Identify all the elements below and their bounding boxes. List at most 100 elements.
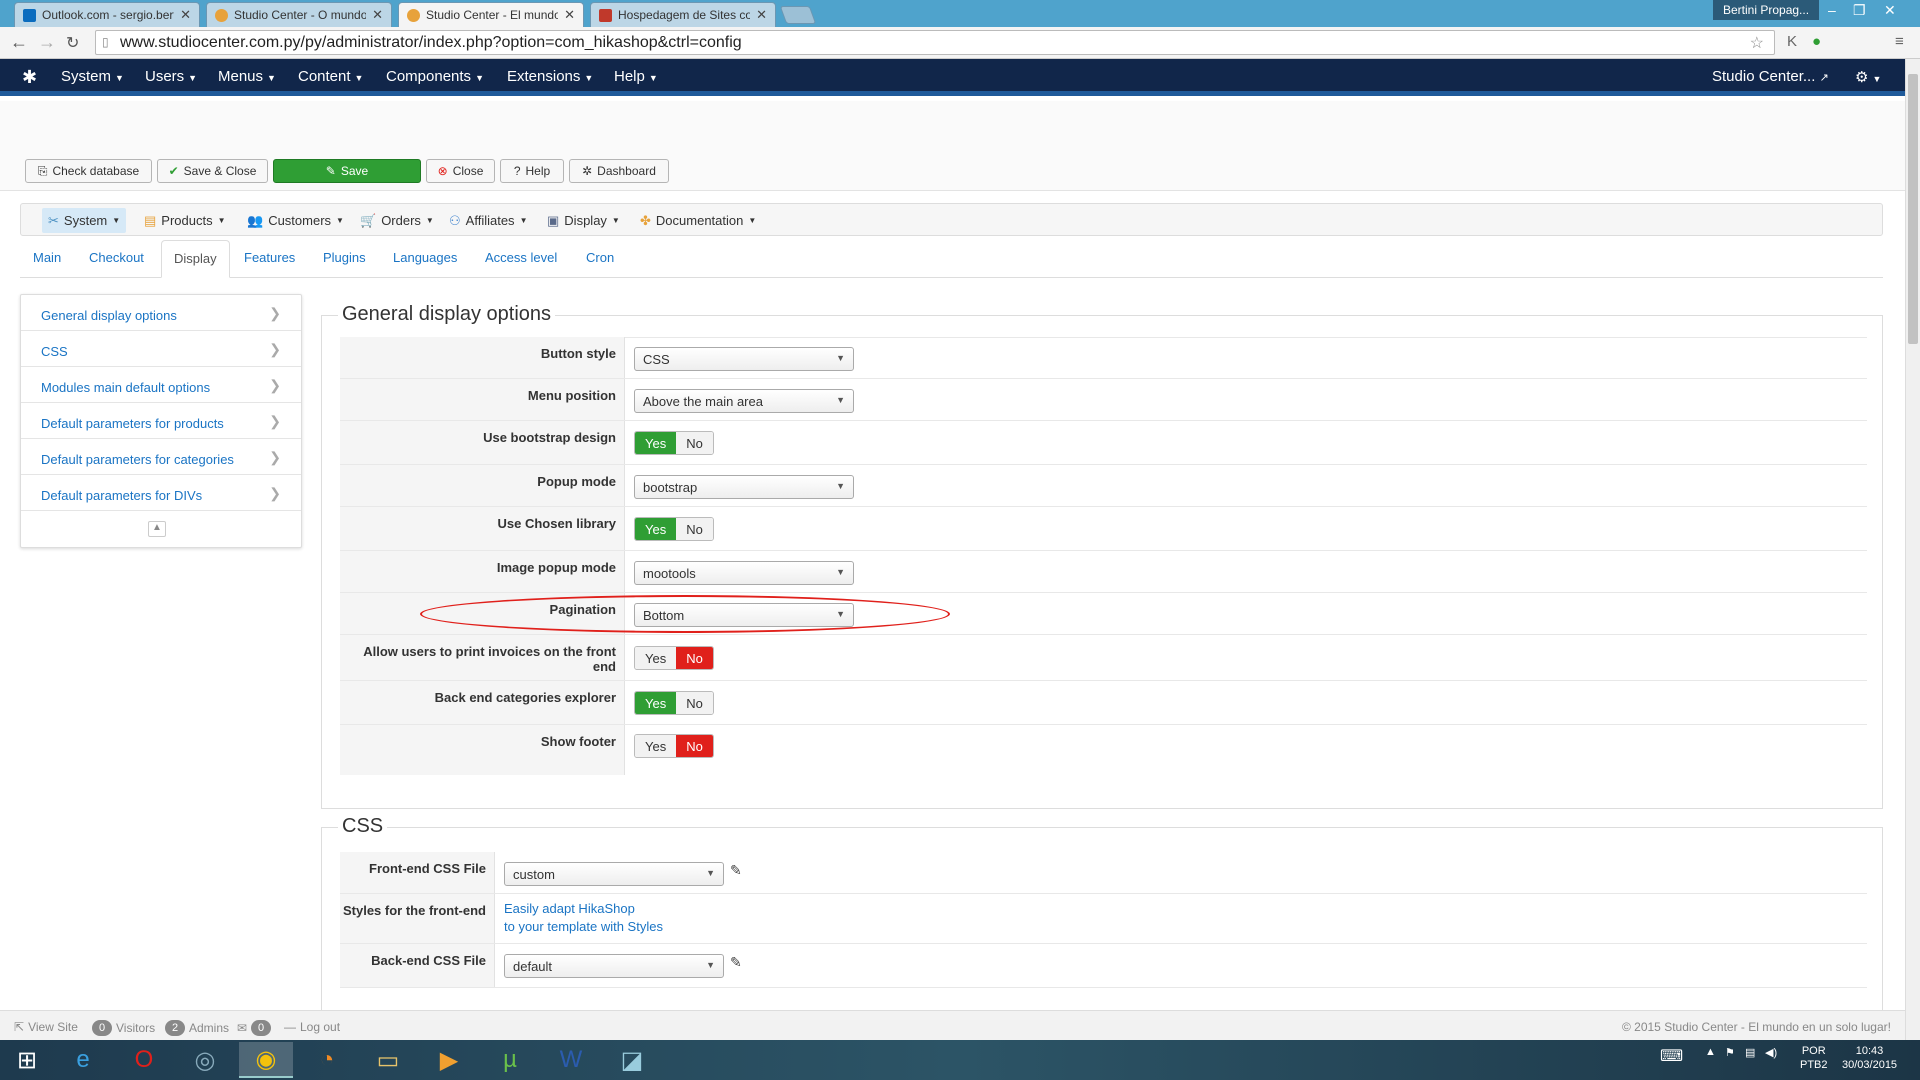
chrome-menu-icon[interactable]: ≡ — [1895, 33, 1904, 50]
hika-menu-display[interactable]: ▣ Display ▼ — [541, 208, 626, 233]
menu-position-select[interactable]: Above the main area ▼ — [634, 389, 854, 413]
bootstrap-toggle[interactable]: Yes No — [634, 431, 714, 455]
tab-access-level[interactable]: Access level — [485, 250, 557, 265]
word-icon[interactable]: W — [544, 1042, 598, 1078]
nav-extensions[interactable]: Extensions ▼ — [507, 68, 593, 85]
help-button[interactable]: ? Help — [500, 159, 564, 183]
no-option[interactable]: No — [676, 647, 713, 669]
hika-menu-system[interactable]: ✂ System ▼ — [42, 208, 127, 233]
tab-plugins[interactable]: Plugins — [323, 250, 366, 265]
no-option[interactable]: No — [676, 432, 713, 454]
browser-tab-outlook[interactable]: Outlook.com - sergio.bert ✕ — [14, 2, 200, 27]
utorrent-icon[interactable]: µ — [483, 1042, 537, 1078]
hika-menu-affiliates[interactable]: ⚇ Affiliates ▼ — [443, 208, 533, 233]
reload-icon[interactable]: ↻ — [66, 33, 79, 53]
volume-icon[interactable]: ◀) — [1765, 1046, 1777, 1059]
extension-green-icon[interactable]: ● — [1812, 33, 1821, 50]
internet-explorer-icon[interactable]: e — [56, 1042, 110, 1078]
tab-checkout[interactable]: Checkout — [89, 250, 144, 265]
tab-features[interactable]: Features — [244, 250, 295, 265]
yes-option[interactable]: Yes — [635, 735, 677, 757]
address-bar[interactable]: ▯ www.studiocenter.com.py/py/administrat… — [95, 30, 1775, 55]
no-option[interactable]: No — [676, 692, 713, 714]
new-tab-button[interactable] — [779, 6, 817, 24]
tab-languages[interactable]: Languages — [393, 250, 457, 265]
close-window-icon[interactable]: ✕ — [1884, 2, 1896, 19]
button-style-select[interactable]: CSS ▼ — [634, 347, 854, 371]
keyboard-icon[interactable]: ⌨ — [1660, 1046, 1683, 1066]
save-button[interactable]: ✎ Save — [273, 159, 421, 183]
print-invoices-toggle[interactable]: Yes No — [634, 646, 714, 670]
yes-option[interactable]: Yes — [635, 432, 677, 454]
close-tab-icon[interactable]: ✕ — [756, 7, 767, 23]
scroll-top-icon[interactable]: ▲ — [148, 521, 166, 537]
nav-site-link[interactable]: Studio Center... ↗ — [1712, 68, 1829, 85]
nav-components[interactable]: Components ▼ — [386, 68, 484, 85]
hika-menu-products[interactable]: ▤ Products ▼ — [138, 208, 232, 233]
joomla-logo-icon[interactable]: ✱ — [22, 67, 37, 88]
back-icon[interactable]: ← — [10, 32, 28, 53]
tab-display[interactable]: Display — [161, 240, 230, 278]
logout-link[interactable]: — Log out — [284, 1020, 340, 1034]
edit-pencil-icon[interactable]: ✎ — [730, 862, 742, 879]
browser-tab-studio-pt[interactable]: Studio Center - O mundo ✕ — [206, 2, 392, 27]
media-player-icon[interactable]: ▶ — [422, 1042, 476, 1078]
hika-menu-orders[interactable]: 🛒 Orders ▼ — [354, 208, 440, 233]
network-icon[interactable]: ▤ — [1745, 1046, 1755, 1059]
chosen-toggle[interactable]: Yes No — [634, 517, 714, 541]
close-tab-icon[interactable]: ✕ — [564, 7, 575, 23]
nav-menus[interactable]: Menus ▼ — [218, 68, 276, 85]
save-close-button[interactable]: ✔ Save & Close — [157, 159, 268, 183]
section-link-products[interactable]: Default parameters for products ❯ — [21, 403, 301, 439]
yes-option[interactable]: Yes — [635, 518, 677, 540]
nav-settings[interactable]: ⚙ ▼ — [1855, 68, 1881, 86]
firefox-icon[interactable]: ◔ — [300, 1042, 354, 1078]
nav-users[interactable]: Users ▼ — [145, 68, 197, 85]
windows-start-icon[interactable]: ⊞ — [0, 1042, 54, 1078]
language-indicator[interactable]: POR PTB2 — [1800, 1044, 1828, 1072]
bookmark-star-icon[interactable]: ☆ — [1750, 33, 1764, 53]
page-scrollbar[interactable] — [1905, 59, 1920, 1040]
dashboard-button[interactable]: ✲ Dashboard — [569, 159, 669, 183]
yes-option[interactable]: Yes — [635, 692, 677, 714]
section-link-modules[interactable]: Modules main default options ❯ — [21, 367, 301, 403]
section-link-categories[interactable]: Default parameters for categories ❯ — [21, 439, 301, 475]
section-link-divs[interactable]: Default parameters for DIVs ❯ — [21, 475, 301, 511]
edit-pencil-icon[interactable]: ✎ — [730, 954, 742, 971]
hika-menu-customers[interactable]: 👥 Customers ▼ — [241, 208, 350, 233]
hika-menu-documentation[interactable]: ✤ Documentation ▼ — [634, 208, 762, 233]
show-footer-toggle[interactable]: Yes No — [634, 734, 714, 758]
nav-help[interactable]: Help ▼ — [614, 68, 658, 85]
yes-option[interactable]: Yes — [635, 647, 677, 669]
minimize-icon[interactable]: – — [1828, 2, 1836, 18]
backend-css-select[interactable]: default ▼ — [504, 954, 724, 978]
close-tab-icon[interactable]: ✕ — [372, 7, 383, 23]
no-option[interactable]: No — [676, 735, 713, 757]
browser-tab-studio-es[interactable]: Studio Center - El mundo ✕ — [398, 2, 584, 27]
safari-icon[interactable]: ◎ — [178, 1042, 232, 1078]
check-database-button[interactable]: ⎘ Check database — [25, 159, 152, 183]
section-link-general[interactable]: General display options ❯ — [21, 295, 301, 331]
close-button[interactable]: ⊗ Close — [426, 159, 495, 183]
app-window-icon[interactable]: ◪ — [605, 1042, 659, 1078]
frontend-css-select[interactable]: custom ▼ — [504, 862, 724, 886]
tab-main[interactable]: Main — [33, 250, 61, 265]
browser-profile[interactable]: Bertini Propag... — [1713, 0, 1820, 20]
view-site-link[interactable]: ⇱ View Site — [14, 1020, 78, 1034]
opera-icon[interactable]: O — [117, 1042, 171, 1078]
extension-k-icon[interactable]: K — [1787, 33, 1797, 50]
file-explorer-icon[interactable]: ▭ — [361, 1042, 415, 1078]
clock[interactable]: 10:43 30/03/2015 — [1842, 1044, 1897, 1072]
no-option[interactable]: No — [676, 518, 713, 540]
flag-icon[interactable]: ⚑ — [1725, 1046, 1735, 1059]
browser-tab-hospedagem[interactable]: Hospedagem de Sites con ✕ — [590, 2, 776, 27]
nav-content[interactable]: Content ▼ — [298, 68, 363, 85]
restore-icon[interactable]: ❐ — [1853, 2, 1866, 19]
section-link-css[interactable]: CSS ❯ — [21, 331, 301, 367]
styles-link[interactable]: Easily adapt HikaShop to your template wi… — [504, 900, 663, 936]
chrome-icon[interactable]: ◉ — [239, 1042, 293, 1078]
tray-up-icon[interactable]: ▲ — [1705, 1046, 1716, 1058]
forward-icon[interactable]: → — [38, 32, 56, 53]
tab-cron[interactable]: Cron — [586, 250, 614, 265]
close-tab-icon[interactable]: ✕ — [180, 7, 191, 23]
